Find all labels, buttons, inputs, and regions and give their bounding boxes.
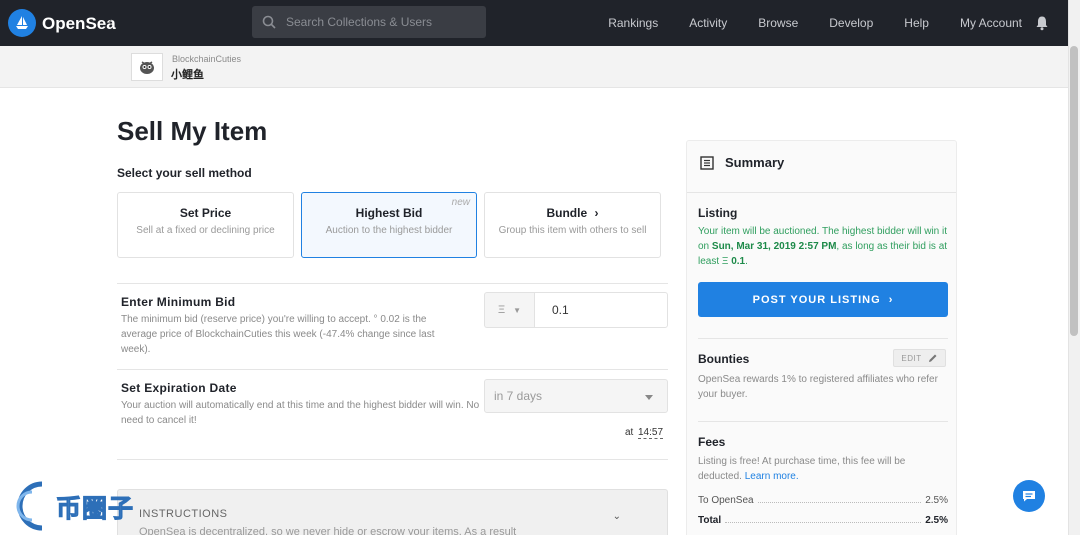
- min-bid-title: Enter Minimum Bid: [121, 295, 236, 309]
- expiration-title: Set Expiration Date: [121, 381, 237, 395]
- method-subtitle: Sell at a fixed or declining price: [136, 225, 275, 236]
- method-subtitle: Group this item with others to sell: [498, 225, 647, 236]
- learn-more-link[interactable]: Learn more.: [745, 471, 799, 482]
- eth-icon: Ξ: [497, 304, 506, 316]
- breadcrumb-item: 小鲤鱼: [171, 69, 204, 81]
- divider: [117, 459, 668, 460]
- nav-links: Rankings Activity Browse Develop Help My…: [577, 0, 1050, 46]
- fee-row-total: Total 2.5%: [698, 515, 948, 526]
- search-box[interactable]: [252, 6, 486, 38]
- fee-row: To OpenSea 2.5%: [698, 495, 948, 506]
- nav-my-account[interactable]: My Account: [960, 16, 1022, 30]
- nav-browse[interactable]: Browse: [758, 16, 798, 30]
- expiration-select[interactable]: in 7 days: [484, 379, 668, 413]
- summary-header: Summary: [687, 141, 956, 193]
- chevron-down-icon[interactable]: ⌄: [613, 511, 621, 522]
- method-subtitle: Auction to the highest bidder: [325, 225, 453, 236]
- expiration-time[interactable]: 14:57: [638, 427, 664, 439]
- edit-bounties-button[interactable]: EDIT: [893, 349, 946, 367]
- summary-panel: Summary Listing Your item will be auctio…: [686, 140, 957, 535]
- divider: [698, 421, 948, 422]
- fee-label: To OpenSea: [698, 495, 754, 506]
- post-listing-button[interactable]: POST YOUR LISTING ›: [698, 282, 948, 317]
- dotted-leader: [757, 502, 922, 503]
- divider: [698, 338, 948, 339]
- method-highest-bid[interactable]: new Highest Bid Auction to the highest b…: [301, 192, 477, 258]
- scrollbar[interactable]: [1068, 0, 1080, 535]
- method-set-price[interactable]: Set Price Sell at a fixed or declining p…: [117, 192, 294, 258]
- fee-label: Total: [698, 515, 722, 526]
- chevron-down-icon: ▼: [513, 305, 522, 315]
- min-bid-description: The minimum bid (reserve price) you're w…: [121, 314, 435, 355]
- eth-icon: Ξ: [721, 256, 729, 267]
- method-title-row: Bundle ›: [485, 206, 660, 220]
- method-title: Set Price: [179, 206, 232, 220]
- fees-title: Fees: [698, 435, 726, 449]
- instructions-text: OpenSea is decentralized, so we never hi…: [139, 526, 517, 535]
- divider: [117, 283, 668, 284]
- chevron-right-icon: ›: [594, 206, 599, 220]
- search-input[interactable]: [286, 15, 476, 29]
- summary-title: Summary: [725, 155, 785, 170]
- method-bundle[interactable]: Bundle › Group this item with others to …: [484, 192, 661, 258]
- page-title: Sell My Item: [117, 116, 268, 146]
- instructions-panel[interactable]: INSTRUCTIONS OpenSea is decentralized, s…: [117, 489, 668, 535]
- fees-description: Listing is free! At purchase time, this …: [698, 456, 906, 482]
- chevron-right-icon: ›: [888, 293, 894, 306]
- watermark-text: 币圈子: [55, 495, 135, 524]
- breadcrumb-collection[interactable]: BlockchainCuties: [172, 54, 241, 64]
- listing-date: Sun, Mar 31, 2019 2:57 PM: [711, 241, 837, 252]
- method-title: Bundle: [546, 206, 588, 220]
- bounties-title: Bounties: [698, 352, 750, 366]
- nav-rankings[interactable]: Rankings: [608, 16, 658, 30]
- divider: [117, 369, 668, 370]
- expiration-description: Your auction will automatically end at t…: [121, 400, 480, 426]
- at-label: at: [625, 427, 634, 438]
- top-nav: OpenSea Rankings Activity Browse Develop…: [0, 0, 1080, 46]
- item-thumbnail[interactable]: [131, 53, 163, 81]
- sell-method-label: Select your sell method: [117, 166, 252, 180]
- search-icon: [262, 15, 276, 29]
- pencil-icon: [928, 354, 937, 362]
- dotted-leader: [725, 522, 922, 523]
- nav-activity[interactable]: Activity: [689, 16, 727, 30]
- min-bid-input[interactable]: [534, 292, 668, 328]
- opensea-logo-icon[interactable]: [8, 9, 36, 37]
- fee-value: 2.5%: [925, 495, 948, 506]
- bounties-text: OpenSea rewards 1% to registered affilia…: [698, 374, 938, 400]
- back-chevron-icon[interactable]: ‹: [108, 13, 113, 29]
- fee-value: 2.5%: [925, 515, 948, 526]
- nav-help[interactable]: Help: [904, 16, 929, 30]
- currency-select[interactable]: Ξ ▼: [484, 292, 534, 328]
- listing-text-end: .: [745, 256, 748, 267]
- post-listing-label: POST YOUR LISTING: [752, 293, 881, 306]
- method-title: Highest Bid: [355, 206, 423, 220]
- list-icon: [700, 156, 714, 170]
- edit-label: EDIT: [901, 353, 922, 363]
- fees-text: Listing is free! At purchase time, this …: [698, 454, 948, 484]
- caret-down-icon: [645, 395, 653, 400]
- bell-icon[interactable]: [1034, 15, 1050, 31]
- listing-amount: 0.1: [731, 256, 746, 267]
- instructions-title: INSTRUCTIONS: [139, 508, 228, 520]
- expiration-value: in 7 days: [494, 389, 543, 403]
- nav-develop[interactable]: Develop: [829, 16, 873, 30]
- listing-title: Listing: [698, 206, 738, 220]
- chat-bubble-icon[interactable]: [1013, 480, 1045, 512]
- scrollbar-thumb[interactable]: [1070, 46, 1078, 336]
- listing-description: Your item will be auctioned. The highest…: [698, 224, 948, 269]
- brand-name[interactable]: OpenSea: [42, 14, 116, 34]
- new-badge: new: [451, 197, 470, 208]
